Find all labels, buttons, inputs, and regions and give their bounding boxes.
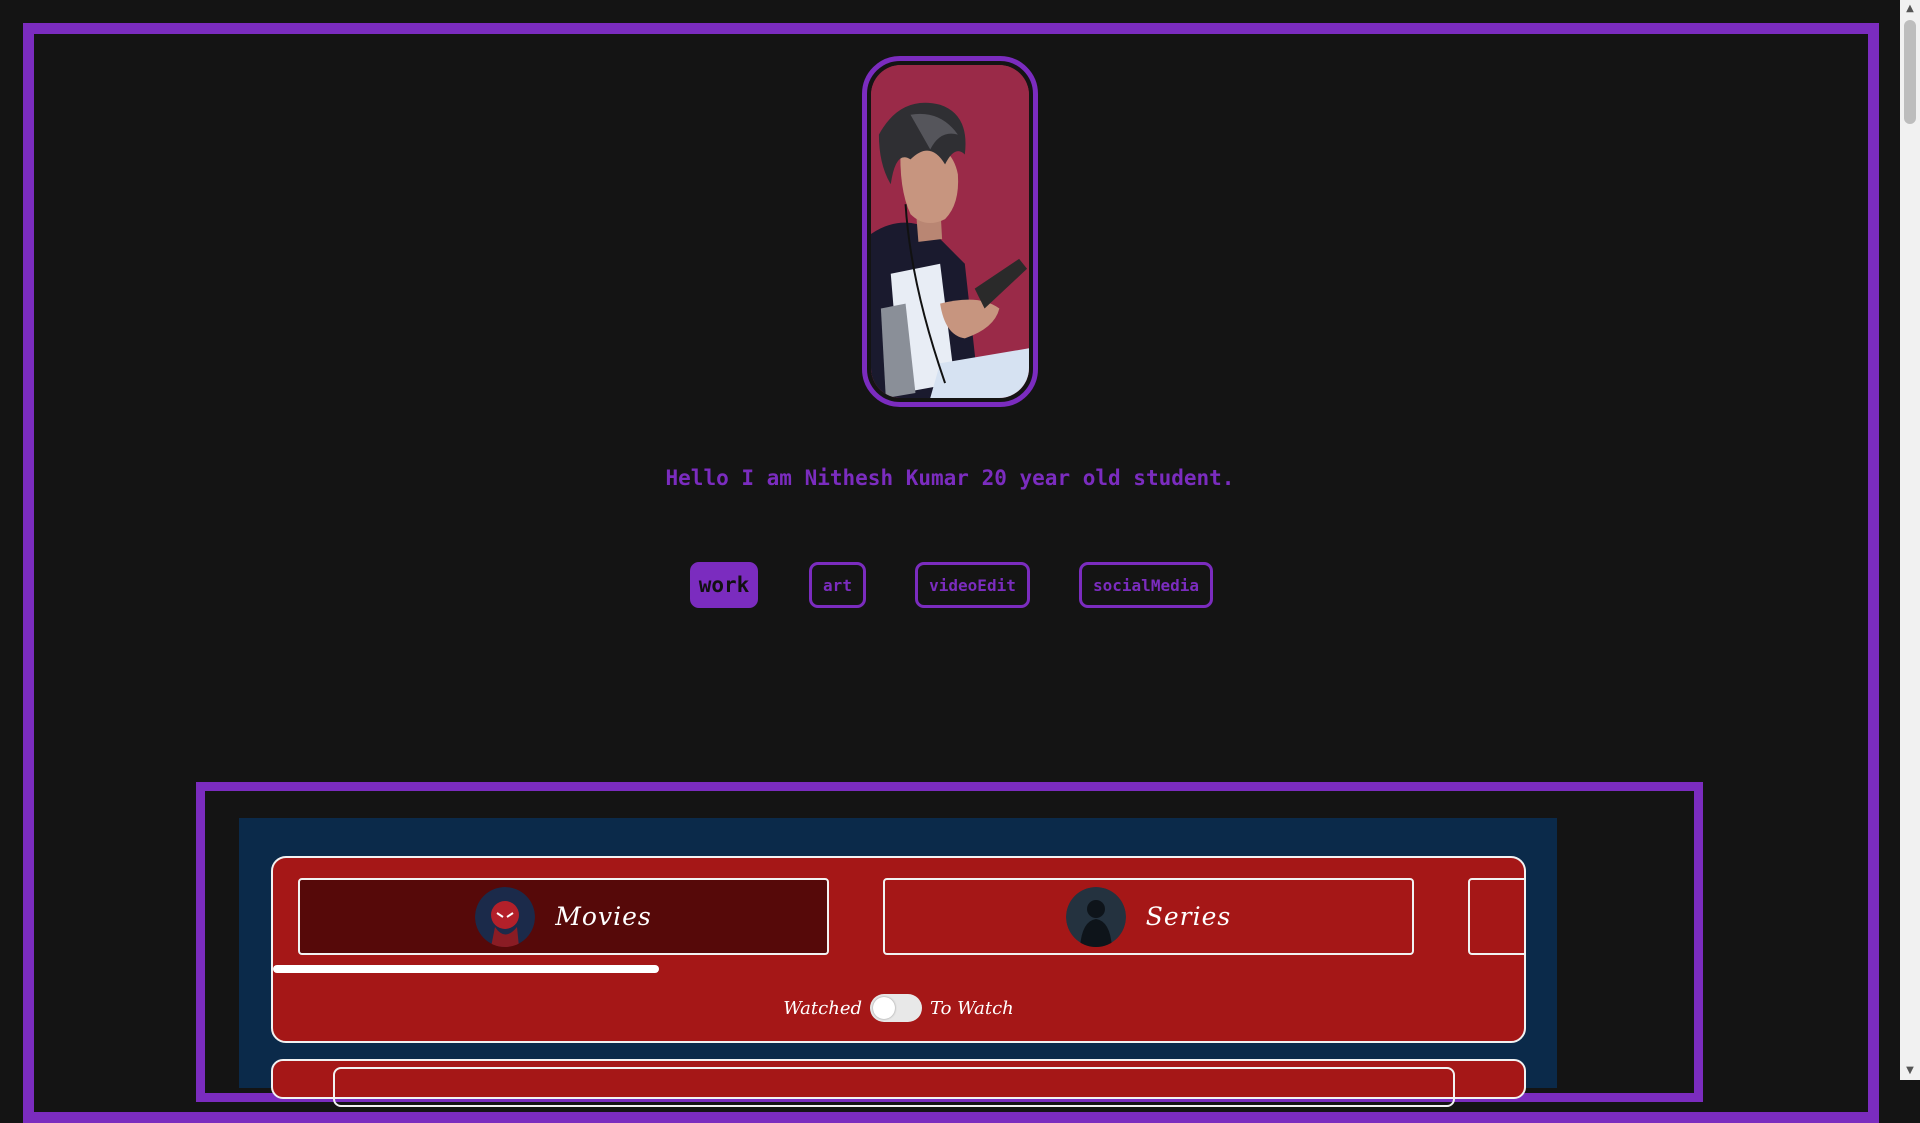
page-scrollbar[interactable]: ▲ ▼: [1900, 0, 1920, 1080]
watched-label: Watched: [783, 997, 862, 1019]
to-watch-label: To Watch: [930, 997, 1014, 1019]
scroll-up-icon[interactable]: ▲: [1900, 0, 1920, 18]
intro-text: Hello I am Nithesh Kumar 20 year old stu…: [665, 466, 1235, 490]
watch-toggle-row: Watched To Watch: [273, 994, 1524, 1022]
scroll-down-icon[interactable]: ▼: [1900, 1062, 1920, 1080]
tab-movies[interactable]: Movies: [298, 878, 829, 955]
tab-movies-label: Movies: [555, 902, 652, 931]
media-list-item[interactable]: [333, 1067, 1455, 1107]
tab-series-label: Series: [1145, 902, 1232, 931]
avatar-illustration-icon: [871, 65, 1029, 398]
tab-series[interactable]: Series: [883, 878, 1414, 955]
tab-next-partial[interactable]: [1468, 878, 1524, 955]
media-list-card: [271, 1059, 1526, 1107]
movies-thumbnail-icon: [475, 886, 536, 947]
avatar: [871, 65, 1029, 398]
scroll-progress-bar: [273, 965, 659, 973]
watch-toggle-switch[interactable]: [870, 994, 922, 1022]
media-tabs-card: Movies Series Watched To Watch: [271, 856, 1526, 1043]
nav-work-button[interactable]: work: [690, 562, 758, 608]
profile-avatar-frame: [862, 56, 1038, 407]
nav-art-button[interactable]: art: [809, 562, 866, 608]
scrollbar-thumb[interactable]: [1904, 20, 1916, 124]
nav-socialmedia-button[interactable]: socialMedia: [1079, 562, 1213, 608]
nav-videoedit-button[interactable]: videoEdit: [915, 562, 1030, 608]
series-thumbnail-icon: [1065, 886, 1126, 947]
toggle-knob: [873, 997, 895, 1019]
